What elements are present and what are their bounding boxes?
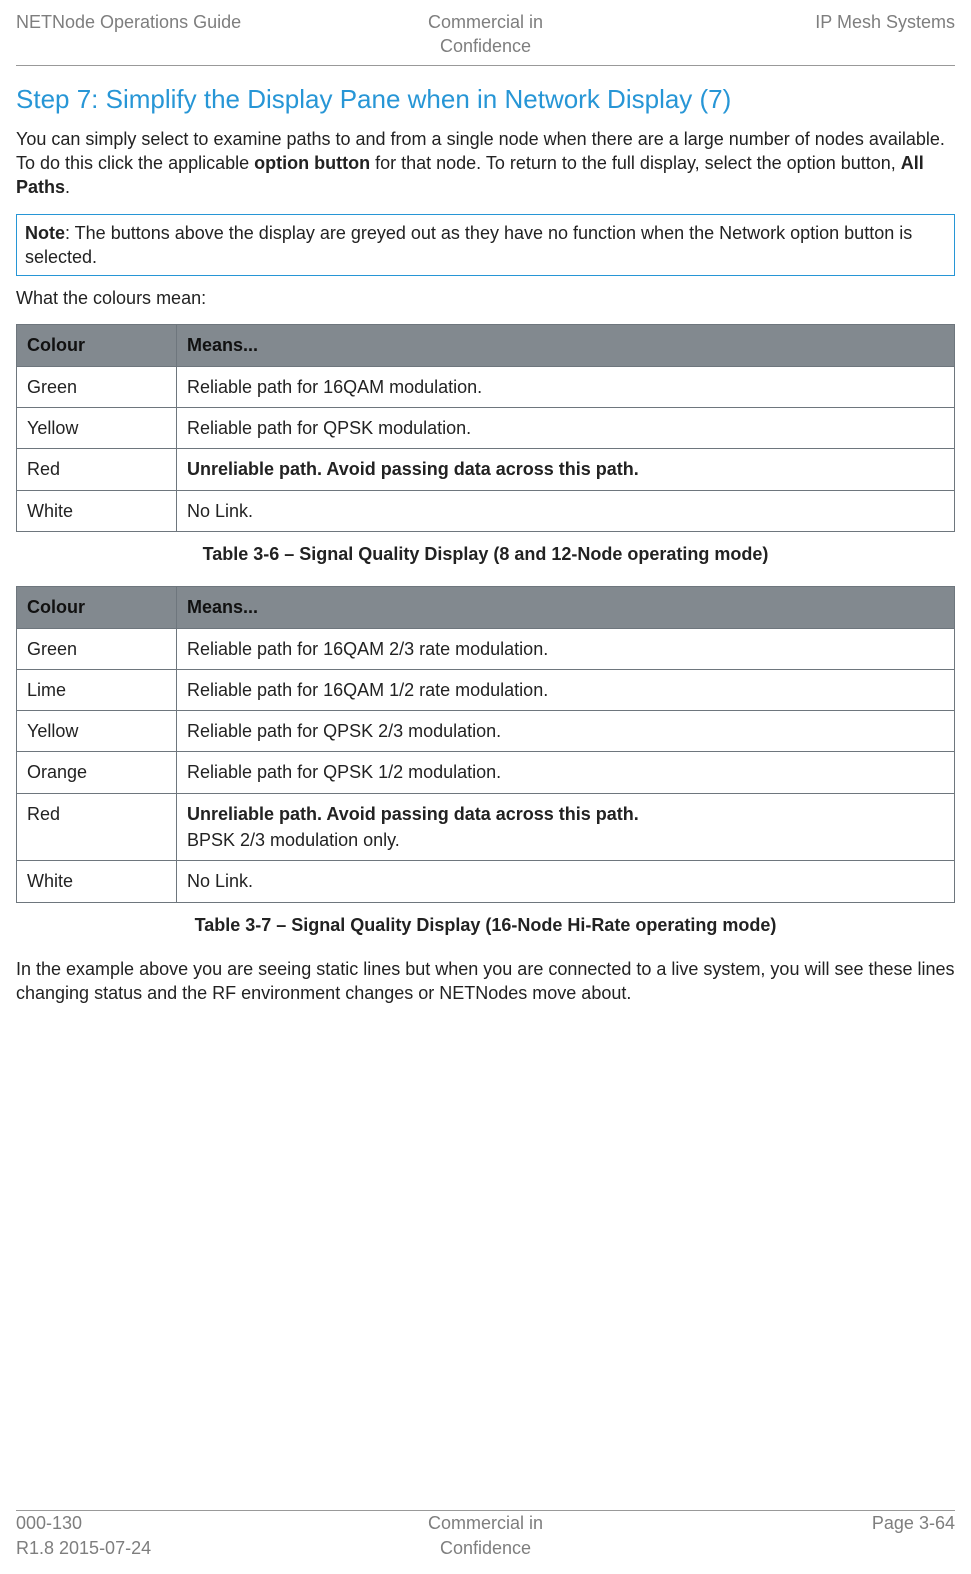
cell-colour: Red [17,449,177,490]
cell-means-sub: BPSK 2/3 modulation only. [187,828,944,852]
footer-wrap: 000-130 R1.8 2015-07-24 Commercial in Co… [16,1504,955,1560]
table-header-means: Means... [177,587,955,628]
note-text: : The buttons above the display are grey… [25,223,912,267]
table-row: White No Link. [17,490,955,531]
intro-bold1: option button [254,153,370,173]
cell-means: No Link. [177,490,955,531]
table-row: Orange Reliable path for QPSK 1/2 modula… [17,752,955,793]
header-center-bot: Confidence [329,34,642,58]
cell-colour: Green [17,628,177,669]
step-title: Step 7: Simplify the Display Pane when i… [16,82,955,117]
cell-means: Reliable path for QPSK modulation. [177,408,955,449]
note-box: Note: The buttons above the display are … [16,214,955,277]
cell-colour: White [17,861,177,902]
intro-part3: . [65,177,70,197]
table-row: Red Unreliable path. Avoid passing data … [17,449,955,490]
cell-colour: Red [17,793,177,861]
table-row: Green Reliable path for 16QAM modulation… [17,366,955,407]
cell-means: Reliable path for QPSK 2/3 modulation. [177,711,955,752]
intro-part2: for that node. To return to the full dis… [370,153,901,173]
caption-2: Table 3-7 – Signal Quality Display (16-N… [16,913,955,937]
note-label: Note [25,223,65,243]
table-row: Lime Reliable path for 16QAM 1/2 rate mo… [17,669,955,710]
cell-means: Unreliable path. Avoid passing data acro… [177,449,955,490]
closing-paragraph: In the example above you are seeing stat… [16,957,955,1006]
table-row: Red Unreliable path. Avoid passing data … [17,793,955,861]
intro-paragraph: You can simply select to examine paths t… [16,127,955,200]
footer-center-bot: Confidence [329,1536,642,1560]
cell-means-bold: Unreliable path. Avoid passing data acro… [187,804,639,824]
cell-colour: Yellow [17,711,177,752]
cell-means: Unreliable path. Avoid passing data acro… [177,793,955,861]
table-header-colour: Colour [17,325,177,366]
cell-colour: White [17,490,177,531]
footer-left-bot: R1.8 2015-07-24 [16,1536,329,1560]
cell-colour: Yellow [17,408,177,449]
cell-colour: Green [17,366,177,407]
page: NETNode Operations Guide Commercial in C… [0,0,971,1574]
cell-means: Reliable path for 16QAM 1/2 rate modulat… [177,669,955,710]
table-row: Colour Means... [17,325,955,366]
footer-center-top: Commercial in [329,1511,642,1535]
cell-means: No Link. [177,861,955,902]
table-header-means: Means... [177,325,955,366]
cell-colour: Orange [17,752,177,793]
footer-right: Page 3-64 [642,1511,955,1535]
table-row: White No Link. [17,861,955,902]
footer-left: 000-130 R1.8 2015-07-24 [16,1511,329,1560]
header-center: Commercial in Confidence [329,10,642,59]
cell-colour: Lime [17,669,177,710]
table-1: Colour Means... Green Reliable path for … [16,324,955,531]
caption-1: Table 3-6 – Signal Quality Display (8 an… [16,542,955,566]
table-row: Yellow Reliable path for QPSK 2/3 modula… [17,711,955,752]
table-row: Green Reliable path for 16QAM 2/3 rate m… [17,628,955,669]
table-row: Yellow Reliable path for QPSK modulation… [17,408,955,449]
header-left: NETNode Operations Guide [16,10,329,34]
page-footer: 000-130 R1.8 2015-07-24 Commercial in Co… [16,1511,955,1560]
header-center-top: Commercial in [329,10,642,34]
header-rule [16,65,955,66]
cell-means: Reliable path for 16QAM 2/3 rate modulat… [177,628,955,669]
what-colours: What the colours mean: [16,286,955,310]
page-header: NETNode Operations Guide Commercial in C… [16,10,955,59]
table-header-colour: Colour [17,587,177,628]
cell-means: Reliable path for QPSK 1/2 modulation. [177,752,955,793]
content: Step 7: Simplify the Display Pane when i… [16,82,955,1493]
header-right: IP Mesh Systems [642,10,955,34]
footer-center: Commercial in Confidence [329,1511,642,1560]
cell-means: Reliable path for 16QAM modulation. [177,366,955,407]
table-row: Colour Means... [17,587,955,628]
table-2: Colour Means... Green Reliable path for … [16,586,955,902]
footer-left-top: 000-130 [16,1511,329,1535]
